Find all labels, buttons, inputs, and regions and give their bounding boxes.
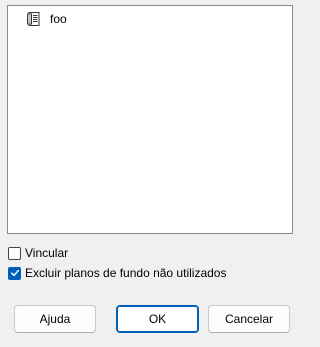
file-list[interactable]: foo bbox=[7, 5, 293, 234]
checkmark-icon bbox=[10, 269, 19, 277]
document-icon bbox=[26, 11, 42, 27]
link-checkbox-label[interactable]: Vincular bbox=[25, 245, 68, 261]
exclude-unused-checkbox-label[interactable]: Excluir planos de fundo não utilizados bbox=[25, 265, 226, 281]
help-button[interactable]: Ajuda bbox=[14, 305, 96, 333]
list-item-label: foo bbox=[50, 12, 67, 26]
exclude-unused-checkbox[interactable] bbox=[8, 266, 21, 280]
exclude-unused-option[interactable]: Excluir planos de fundo não utilizados bbox=[8, 265, 226, 281]
list-item[interactable]: foo bbox=[26, 10, 71, 28]
link-checkbox[interactable] bbox=[8, 246, 21, 260]
link-option[interactable]: Vincular bbox=[8, 245, 68, 261]
ok-button[interactable]: OK bbox=[116, 305, 199, 333]
cancel-button[interactable]: Cancelar bbox=[208, 305, 290, 333]
